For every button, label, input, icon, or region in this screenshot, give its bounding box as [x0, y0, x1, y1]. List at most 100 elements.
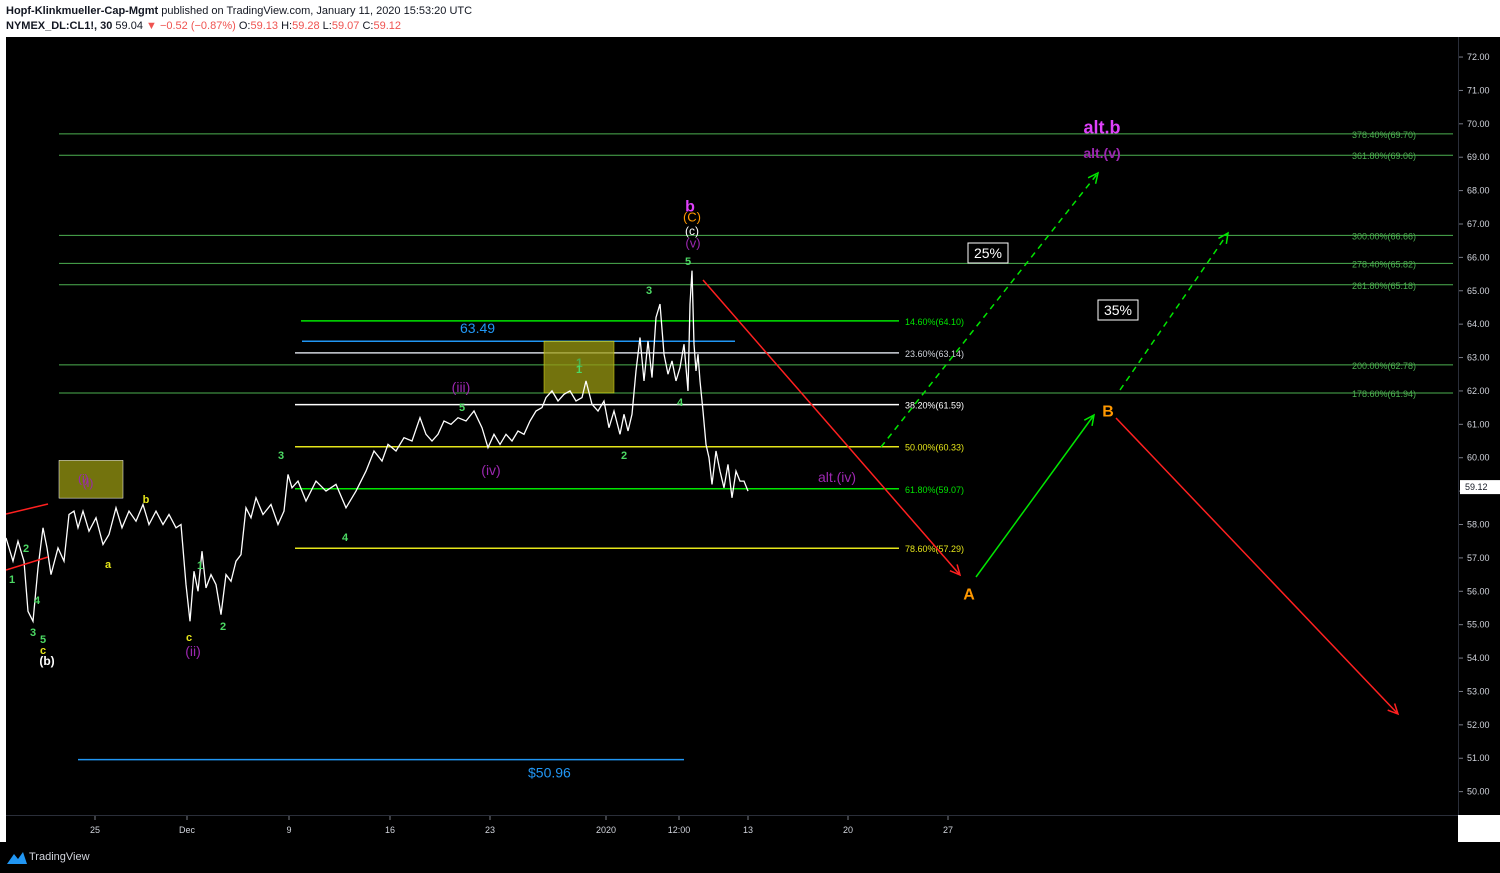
- time-tick-label: 27: [943, 825, 953, 835]
- channel-line: [5, 503, 49, 515]
- time-tick-label: 23: [485, 825, 495, 835]
- price-tick-label: 57.00: [1467, 553, 1490, 563]
- wave-label: 5: [459, 402, 465, 414]
- open-value: 59.13: [250, 20, 279, 32]
- time-tick-label: 25: [90, 825, 100, 835]
- low-value: 59.07: [331, 20, 360, 32]
- time-axis[interactable]: 25 Dec 9 16 23 2020 12:00 13 20 27: [6, 815, 1458, 843]
- price-tick-label: 71.00: [1467, 85, 1490, 95]
- author-name[interactable]: Hopf-Klinkmueller-Cap-Mgmt: [6, 5, 158, 17]
- price-tick-label: 51.00: [1467, 753, 1490, 763]
- projection-arrow-up: [975, 414, 1095, 578]
- wave-label: (iv): [481, 462, 500, 478]
- time-tick-label: 16: [385, 825, 395, 835]
- price-tick-label: 72.00: [1467, 52, 1490, 62]
- fib-retracement-label: 14.60%(64.10): [905, 317, 964, 327]
- low-label: L:: [322, 20, 332, 32]
- wave-label: (v): [685, 236, 700, 251]
- close-value: 59.12: [373, 20, 401, 32]
- wave-label: 1: [197, 560, 203, 572]
- wave-label: alt.(iv): [818, 469, 856, 485]
- chart-header: Hopf-Klinkmueller-Cap-Mgmt published on …: [0, 0, 1500, 36]
- time-tick-label: 12:00: [668, 825, 691, 835]
- high-value: 59.28: [292, 20, 320, 32]
- price-tick-label: 53.00: [1467, 686, 1490, 696]
- projection-arrow-down-final: [1115, 417, 1399, 715]
- time-tick-label: Dec: [179, 825, 196, 835]
- wave-label: 3: [278, 450, 284, 462]
- time-tick-label: 20: [843, 825, 853, 835]
- price-tick-label: 64.00: [1467, 319, 1490, 329]
- price-tick-label: 70.00: [1467, 119, 1490, 129]
- resistance-label: 63.49: [460, 320, 495, 336]
- price-axis-canvas[interactable]: 72.00 71.00 70.00 69.00 68.00 67.00 66.00 65.00…: [1459, 37, 1500, 815]
- fib-retracement-label: 38.20%(61.59): [905, 401, 964, 411]
- price-tick-label: 58.00: [1467, 520, 1490, 530]
- chart-pane[interactable]: 378.40%(69.70) 361.80%(69.06) 300.00%(66.6…: [5, 37, 1458, 815]
- wave-label: 4: [677, 397, 684, 409]
- alt-projection-arrow-2-head: [1218, 231, 1229, 244]
- price-tick-label: 56.00: [1467, 586, 1490, 596]
- brand-label[interactable]: TradingView: [29, 851, 90, 863]
- fib-extension-label: 278.40%(65.82): [1352, 259, 1416, 269]
- percent-label: 35%: [1104, 302, 1132, 318]
- fib-retracement-label: 23.60%(63.14): [905, 349, 964, 359]
- price-tick-label: 67.00: [1467, 219, 1490, 229]
- time-tick-label: 9: [286, 825, 291, 835]
- target-label: $50.96: [528, 765, 571, 781]
- wave-label: 3: [30, 627, 36, 639]
- wave-label: 5: [685, 256, 691, 268]
- price-change: ▼ −0.52 (−0.87%): [146, 20, 236, 32]
- symbol-label[interactable]: NYMEX_DL:CL1!, 30: [6, 20, 112, 32]
- publish-info: Hopf-Klinkmueller-Cap-Mgmt published on …: [6, 5, 472, 17]
- price-tick-label: 63.00: [1467, 353, 1490, 363]
- price-axis[interactable]: 72.00 71.00 70.00 69.00 68.00 67.00 66.00 65.00…: [1458, 37, 1500, 815]
- price-tick-label: 60.00: [1467, 453, 1490, 463]
- price-tick-label: 61.00: [1467, 419, 1490, 429]
- open-label: O:: [238, 20, 251, 32]
- wave-label: (ii): [185, 643, 201, 659]
- price-tick-label: 55.00: [1467, 620, 1490, 630]
- last-price: 59.04: [115, 20, 143, 32]
- wave-label: B: [1102, 404, 1114, 421]
- publish-text: published on TradingView.com, January 11…: [161, 5, 473, 17]
- fib-extension-label: 178.60%(61.94): [1352, 389, 1416, 399]
- wave-label: 4: [34, 595, 41, 607]
- close-label: C:: [362, 20, 374, 32]
- wave-label: (b): [39, 654, 54, 668]
- wave-label: alt.b: [1083, 117, 1120, 137]
- price-tick-label: 66.00: [1467, 252, 1490, 262]
- time-axis-canvas[interactable]: 25 Dec 9 16 23 2020 12:00 13 20 27: [6, 816, 1458, 843]
- tradingview-logo-icon[interactable]: [6, 851, 28, 865]
- price-tick-label: 69.00: [1467, 152, 1490, 162]
- wave-label: A: [963, 587, 975, 604]
- wave-label: a: [105, 559, 112, 571]
- wave-label: b: [143, 494, 150, 506]
- wave-label: 2: [621, 450, 627, 462]
- wave-label: 1: [9, 574, 15, 586]
- wave-label: (C): [683, 210, 701, 225]
- price-tick-label: 52.00: [1467, 720, 1490, 730]
- time-tick-label: 2020: [596, 825, 616, 835]
- ohlc-legend: NYMEX_DL:CL1!, 30 59.04 ▼ −0.52 (−0.87%)…: [6, 20, 401, 32]
- fib-extension-label: 378.40%(69.70): [1352, 130, 1416, 140]
- wave-label: alt.(v): [1083, 145, 1120, 161]
- price-tick-label: 65.00: [1467, 286, 1490, 296]
- price-tick-label: 54.00: [1467, 653, 1490, 663]
- price-tick-label: 68.00: [1467, 186, 1490, 196]
- fib-retracement-label: 61.80%(59.07): [905, 485, 964, 495]
- wave-label: (i): [83, 476, 94, 490]
- fib-extension-label: 261.80%(65.18): [1352, 281, 1416, 291]
- fib-extension-label: 361.80%(69.06): [1352, 151, 1416, 161]
- wave-label: 1: [576, 364, 582, 376]
- time-tick-label: 13: [743, 825, 753, 835]
- wave-label: 2: [23, 543, 29, 555]
- wave-label: 4: [342, 532, 349, 544]
- wave-label: (iii): [452, 379, 471, 395]
- fib-extension-label: 300.00%(66.66): [1352, 231, 1416, 241]
- current-price-label: 59.12: [1465, 482, 1488, 492]
- chart-canvas[interactable]: 378.40%(69.70) 361.80%(69.06) 300.00%(66.6…: [5, 37, 1458, 815]
- footer: TradingView: [0, 842, 1500, 873]
- price-tick-label: 50.00: [1467, 787, 1490, 797]
- fib-extension-label: 200.00%(62.78): [1352, 361, 1416, 371]
